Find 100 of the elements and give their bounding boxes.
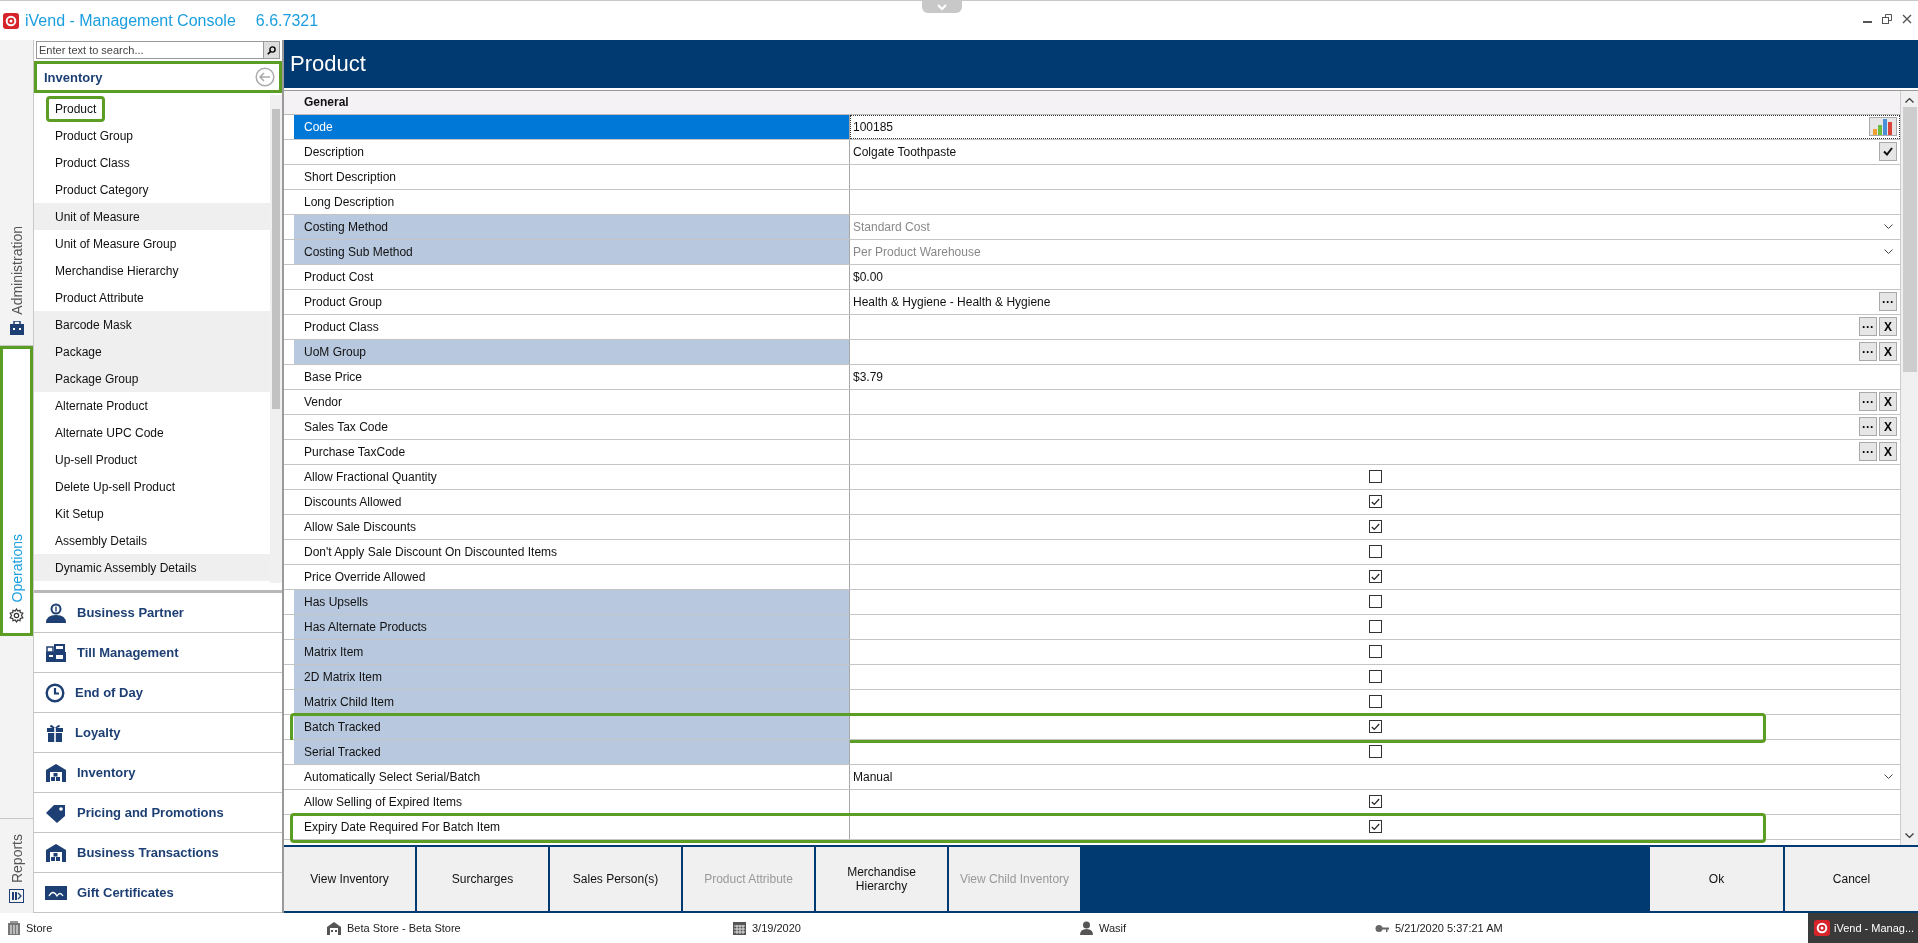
property-value[interactable]: $3.79 xyxy=(853,369,1897,384)
report-icon xyxy=(9,889,24,903)
nav-item[interactable]: Product Group xyxy=(34,122,270,149)
nav-item[interactable]: Package xyxy=(34,338,270,365)
checkbox[interactable] xyxy=(1368,495,1382,509)
restore-icon[interactable] xyxy=(1882,13,1892,24)
scrollbar[interactable] xyxy=(1900,90,1918,846)
taskbar-button[interactable]: iVend - Manag... xyxy=(1808,913,1918,943)
field-button[interactable]: ··· xyxy=(1859,442,1877,462)
nav-item[interactable]: Product Attribute xyxy=(34,284,270,311)
warehouse-icon xyxy=(45,762,67,783)
module-item[interactable]: Gift Certificates xyxy=(34,873,282,913)
field-button[interactable]: X xyxy=(1879,317,1897,337)
nav-item[interactable]: Product Class xyxy=(34,149,270,176)
module-item[interactable]: Inventory xyxy=(34,753,282,793)
field-button[interactable]: ··· xyxy=(1859,392,1877,412)
bar-chart-icon xyxy=(1872,118,1894,135)
nav-item[interactable]: Up-sell Product xyxy=(34,446,270,473)
status-text: 5/21/2020 5:37:21 AM xyxy=(1395,922,1503,934)
property-value[interactable]: Health & Hygiene - Health & Hygiene xyxy=(853,294,1877,309)
chevron-down-icon xyxy=(1905,833,1914,840)
chevron-down-icon xyxy=(1884,223,1893,230)
dialog-button[interactable]: Cancel xyxy=(1785,847,1918,911)
status-text: Beta Store - Beta Store xyxy=(347,922,461,934)
action-button[interactable]: Merchandise Hierarchy xyxy=(816,847,947,911)
field-button[interactable]: X xyxy=(1879,417,1897,437)
action-button[interactable]: View Inventory xyxy=(284,847,415,911)
warehouse-icon xyxy=(45,842,67,863)
chart-button[interactable] xyxy=(1869,117,1897,137)
gift-icon xyxy=(45,722,65,743)
module-item[interactable]: Till Management xyxy=(34,633,282,673)
field-button[interactable]: ··· xyxy=(1879,292,1897,312)
version-label: 6.6.7321 xyxy=(255,11,319,30)
property-value[interactable]: Manual xyxy=(853,769,1882,784)
checkbox[interactable] xyxy=(1368,570,1382,584)
nav-item[interactable]: Kit Setup xyxy=(34,500,270,527)
user-icon xyxy=(1080,921,1093,935)
property-label[interactable]: Code xyxy=(294,114,850,139)
module-item[interactable]: End of Day xyxy=(34,673,282,713)
nav-item[interactable]: Assembly Details xyxy=(34,527,270,554)
nav-item[interactable]: Merchandise Hierarchy xyxy=(34,257,270,284)
key-icon xyxy=(1375,923,1389,933)
status-text: 3/19/2020 xyxy=(752,922,801,934)
property-value[interactable]: $0.00 xyxy=(853,269,1897,284)
side-tab[interactable]: Reports xyxy=(0,818,33,913)
action-button[interactable]: Surcharges xyxy=(417,847,548,911)
action-button[interactable]: Sales Person(s) xyxy=(550,847,681,911)
property-value[interactable]: 100185 xyxy=(853,119,1867,134)
nav-item[interactable]: Package Group xyxy=(34,365,270,392)
search-field[interactable]: Enter text to search... xyxy=(36,41,264,59)
search-button[interactable] xyxy=(264,41,280,59)
nav-item[interactable]: Product Category xyxy=(34,176,270,203)
field-button[interactable]: ··· xyxy=(1859,317,1877,337)
checkbox[interactable] xyxy=(1368,470,1382,484)
register-icon xyxy=(45,642,67,663)
chevron-down-icon xyxy=(1884,248,1893,255)
nav-item[interactable]: Barcode Mask xyxy=(34,311,270,338)
checkbox[interactable] xyxy=(1368,520,1382,534)
search-icon xyxy=(267,45,276,55)
card-icon xyxy=(45,884,67,901)
module-item[interactable]: Pricing and Promotions xyxy=(34,793,282,833)
module-item[interactable]: Business Partner xyxy=(34,593,282,633)
store-icon xyxy=(327,921,341,935)
window-title: iVend - Management Console xyxy=(25,11,236,30)
logo-icon xyxy=(1814,920,1830,936)
nav-item[interactable]: Alternate Product xyxy=(34,392,270,419)
check-icon xyxy=(1883,147,1893,157)
form-title: Product xyxy=(284,40,1918,88)
module-item[interactable]: Business Transactions xyxy=(34,833,282,873)
scrollbar[interactable] xyxy=(270,95,282,583)
briefcase-icon xyxy=(9,321,24,335)
status-text: Store xyxy=(26,922,53,934)
checkbox[interactable] xyxy=(1368,820,1382,834)
field-button[interactable]: ··· xyxy=(1859,417,1877,437)
checkbox[interactable] xyxy=(1368,795,1382,809)
field-button[interactable]: X xyxy=(1879,392,1897,412)
group-header: General xyxy=(284,90,1900,115)
module-item[interactable]: Loyalty xyxy=(34,713,282,753)
close-icon[interactable] xyxy=(1902,13,1912,24)
nav-item[interactable]: Alternate UPC Code xyxy=(34,419,270,446)
building-icon xyxy=(8,921,20,935)
chevron-up-icon xyxy=(1905,96,1914,103)
nav-item[interactable]: Product xyxy=(34,95,270,122)
person-icon xyxy=(45,602,67,623)
chevron-icon xyxy=(937,3,947,11)
nav-item[interactable]: Unit of Measure Group xyxy=(34,230,270,257)
nav-item[interactable]: Unit of Measure xyxy=(34,203,270,230)
checkbox[interactable] xyxy=(1368,545,1382,559)
status-text: Wasif xyxy=(1099,922,1127,934)
property-value[interactable]: Colgate Toothpaste xyxy=(853,144,1877,159)
nav-item[interactable]: Delete Up-sell Product xyxy=(34,473,270,500)
clock-icon xyxy=(45,682,65,703)
calendar-icon xyxy=(733,921,746,935)
section-title: Inventory xyxy=(44,69,104,85)
field-button[interactable]: X xyxy=(1879,442,1897,462)
chevron-down-icon xyxy=(1884,773,1893,780)
logo-icon xyxy=(3,12,19,29)
dialog-button[interactable]: Ok xyxy=(1650,847,1783,911)
nav-item[interactable]: Dynamic Assembly Details xyxy=(34,554,270,581)
check-button[interactable] xyxy=(1879,142,1897,162)
